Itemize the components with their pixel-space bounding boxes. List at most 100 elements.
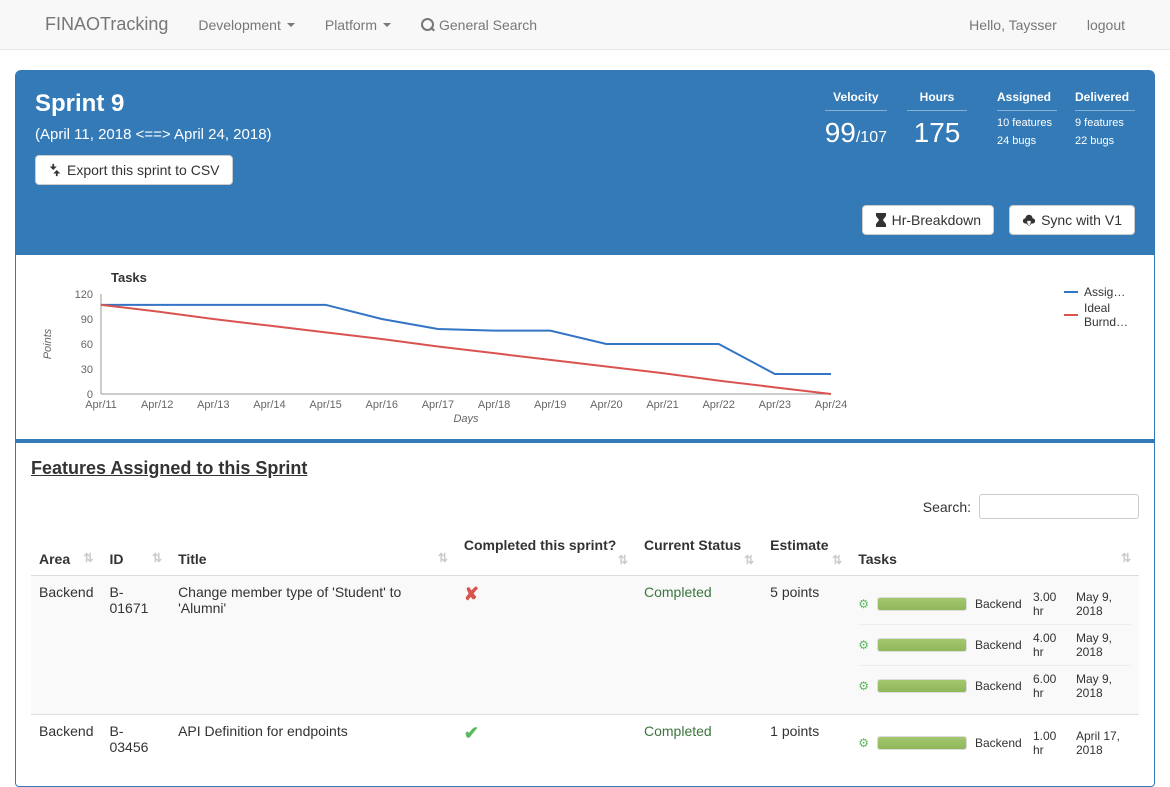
task-hours: 3.00 hr <box>1033 590 1068 618</box>
svg-text:Apr/22: Apr/22 <box>702 399 734 411</box>
hr-breakdown-button[interactable]: Hr-Breakdown <box>862 205 994 235</box>
chart-title: Tasks <box>111 270 1139 285</box>
sort-icon: ⇅ <box>618 553 628 567</box>
col-area[interactable]: Area⇅ <box>31 529 101 576</box>
features-table: Area⇅ ID⇅ Title⇅ Completed this sprint?⇅… <box>31 529 1139 771</box>
assigned-bugs: 24 bugs <box>997 135 1057 147</box>
task-hours: 4.00 hr <box>1033 631 1068 659</box>
features-section-title: Features Assigned to this Sprint <box>31 458 1139 479</box>
sprint-header: Sprint 9 (April 11, 2018 <==> April 24, … <box>15 70 1155 255</box>
search-icon <box>421 18 435 32</box>
cell-tasks: ⚙ Backend 1.00 hr April 17, 2018 <box>850 715 1139 772</box>
sort-icon: ⇅ <box>1121 551 1131 565</box>
svg-text:Apr/11: Apr/11 <box>85 399 117 411</box>
task-hours: 1.00 hr <box>1033 729 1068 757</box>
sort-icon: ⇅ <box>438 551 448 565</box>
legend-label-ideal: Ideal Burnd… <box>1084 301 1134 329</box>
task-area: Backend <box>975 638 1025 652</box>
nav-hello-user[interactable]: Hello, Taysser <box>954 2 1072 48</box>
svg-text:90: 90 <box>81 314 93 326</box>
export-csv-button[interactable]: Export this sprint to CSV <box>35 155 233 185</box>
legend-swatch <box>1064 291 1078 293</box>
task-area: Backend <box>975 679 1025 693</box>
task-progress <box>877 679 967 693</box>
task-date: May 9, 2018 <box>1076 631 1131 659</box>
nav-general-search[interactable]: General Search <box>406 2 552 48</box>
caret-icon <box>287 23 295 27</box>
gear-icon[interactable]: ⚙ <box>858 679 869 693</box>
export-csv-label: Export this sprint to CSV <box>67 162 220 178</box>
search-input[interactable] <box>979 494 1139 519</box>
gear-icon[interactable]: ⚙ <box>858 597 869 611</box>
velocity-total: /107 <box>856 129 887 146</box>
navbar: FINAOTracking Development Platform Gener… <box>0 0 1170 50</box>
task-area: Backend <box>975 597 1025 611</box>
task-hours: 6.00 hr <box>1033 672 1068 700</box>
col-estimate[interactable]: Estimate⇅ <box>762 529 850 576</box>
svg-text:Apr/14: Apr/14 <box>253 399 285 411</box>
svg-text:30: 30 <box>81 364 93 376</box>
hr-breakdown-label: Hr-Breakdown <box>892 212 981 228</box>
table-row: BackendB-03456API Definition for endpoin… <box>31 715 1139 772</box>
svg-text:Apr/15: Apr/15 <box>309 399 341 411</box>
cell-tasks: ⚙ Backend 3.00 hr May 9, 2018 ⚙ Backend 4.00 h… <box>850 576 1139 715</box>
cell-area: Backend <box>31 576 101 715</box>
sync-v1-button[interactable]: Sync with V1 <box>1009 205 1135 235</box>
col-id[interactable]: ID⇅ <box>101 529 170 576</box>
burndown-chart: Tasks 0306090120Apr/11Apr/12Apr/13Apr/14… <box>16 255 1154 439</box>
x-icon: ✘ <box>464 584 479 604</box>
col-status[interactable]: Current Status⇅ <box>636 529 762 576</box>
sort-icon: ⇅ <box>832 553 842 567</box>
table-row: BackendB-01671Change member type of 'Stu… <box>31 576 1139 715</box>
nav-platform[interactable]: Platform <box>310 2 406 48</box>
check-icon: ✔ <box>464 723 479 743</box>
chart-legend: Assig… Ideal Burnd… <box>1064 285 1134 331</box>
svg-text:Apr/13: Apr/13 <box>197 399 229 411</box>
col-title[interactable]: Title⇅ <box>170 529 456 576</box>
task-area: Backend <box>975 736 1025 750</box>
delivered-bugs: 22 bugs <box>1075 135 1135 147</box>
gear-icon[interactable]: ⚙ <box>858 736 869 750</box>
delivered-label: Delivered <box>1075 90 1135 111</box>
svg-text:Apr/24: Apr/24 <box>815 399 847 411</box>
velocity-done: 99 <box>825 117 856 148</box>
compress-icon <box>48 163 62 177</box>
cell-title: Change member type of 'Student' to 'Alum… <box>170 576 456 715</box>
task-date: April 17, 2018 <box>1076 729 1131 757</box>
task-date: May 9, 2018 <box>1076 590 1131 618</box>
cell-status: Completed <box>636 715 762 772</box>
nav-development-label: Development <box>198 17 281 33</box>
cell-completed: ✘ <box>456 576 636 715</box>
nav-logout[interactable]: logout <box>1072 2 1140 48</box>
cell-id: B-03456 <box>101 715 170 772</box>
cell-status: Completed <box>636 576 762 715</box>
svg-text:60: 60 <box>81 339 93 351</box>
svg-text:Apr/12: Apr/12 <box>141 399 173 411</box>
task-progress <box>877 597 967 611</box>
caret-icon <box>383 23 391 27</box>
svg-text:Apr/16: Apr/16 <box>366 399 398 411</box>
col-completed[interactable]: Completed this sprint?⇅ <box>456 529 636 576</box>
svg-text:Apr/23: Apr/23 <box>759 399 791 411</box>
sort-icon: ⇅ <box>152 551 162 565</box>
delivered-features: 9 features <box>1075 117 1135 129</box>
sprint-dates: (April 11, 2018 <==> April 24, 2018) <box>35 126 825 143</box>
brand-link[interactable]: FINAOTracking <box>30 0 183 50</box>
cell-id: B-01671 <box>101 576 170 715</box>
hours-value: 175 <box>907 117 967 149</box>
nav-development[interactable]: Development <box>183 2 310 48</box>
svg-text:120: 120 <box>75 289 93 301</box>
task-item: ⚙ Backend 4.00 hr May 9, 2018 <box>858 624 1131 665</box>
task-item: ⚙ Backend 3.00 hr May 9, 2018 <box>858 584 1131 624</box>
task-date: May 9, 2018 <box>1076 672 1131 700</box>
svg-text:Apr/18: Apr/18 <box>478 399 510 411</box>
legend-swatch <box>1064 314 1078 316</box>
velocity-label: Velocity <box>825 90 887 111</box>
cell-estimate: 5 points <box>762 576 850 715</box>
nav-general-search-label: General Search <box>439 17 537 33</box>
cloud-download-icon <box>1022 213 1036 227</box>
col-tasks[interactable]: Tasks⇅ <box>850 529 1139 576</box>
sync-v1-label: Sync with V1 <box>1041 212 1122 228</box>
gear-icon[interactable]: ⚙ <box>858 638 869 652</box>
cell-completed: ✔ <box>456 715 636 772</box>
